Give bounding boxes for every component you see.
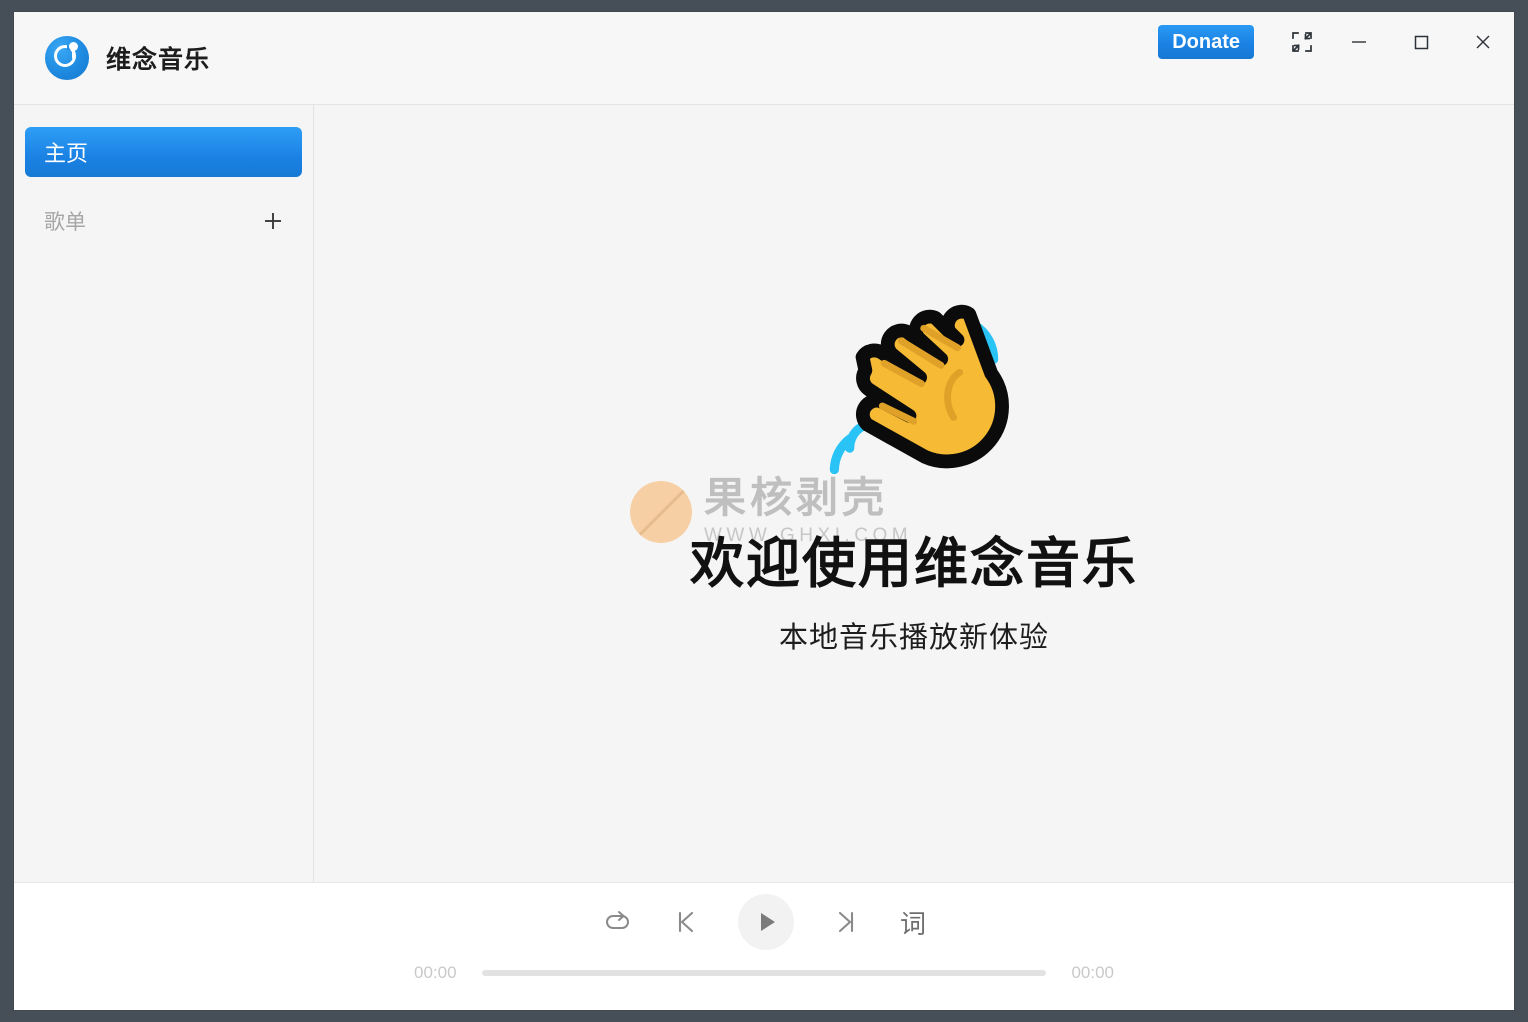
app-title: 维念音乐 <box>106 40 210 76</box>
window-controls: Donate <box>1158 12 1514 72</box>
app-brand: 维念音乐 <box>45 36 210 80</box>
music-disc-logo-icon <box>45 36 89 80</box>
desktop-background: 维念音乐 Donate <box>0 0 1528 1022</box>
waving-hand-emoji <box>816 295 1012 491</box>
player-bar: 词 00:00 00:00 <box>14 882 1514 1010</box>
progress-row: 00:00 00:00 <box>414 963 1114 983</box>
player-controls: 词 <box>598 891 930 953</box>
title-bar[interactable]: 维念音乐 Donate <box>14 12 1514 105</box>
current-time-label: 00:00 <box>414 963 466 983</box>
welcome-hero: 欢迎使用维念音乐 本地音乐播放新体验 <box>690 295 1138 656</box>
lyrics-button[interactable]: 词 <box>896 903 930 941</box>
sidebar: 主页 歌单 <box>14 105 314 882</box>
sidebar-section-playlists: 歌单 <box>25 199 302 243</box>
previous-track-icon[interactable] <box>668 903 706 941</box>
content-area: 果核剥壳 WWW.GHXI.COM <box>314 105 1514 882</box>
total-time-label: 00:00 <box>1062 963 1114 983</box>
collapse-arrows-icon[interactable] <box>1276 12 1328 72</box>
next-track-icon[interactable] <box>826 903 864 941</box>
watermark-logo-icon <box>630 481 692 543</box>
plus-icon[interactable] <box>258 206 288 236</box>
sidebar-section-label: 歌单 <box>44 206 86 236</box>
progress-slider[interactable] <box>482 970 1046 976</box>
donate-button[interactable]: Donate <box>1158 25 1254 59</box>
logo-dot <box>69 42 78 51</box>
close-icon[interactable] <box>1452 12 1514 72</box>
minimize-icon[interactable] <box>1328 12 1390 72</box>
sidebar-item-home-label: 主页 <box>44 136 88 168</box>
maximize-icon[interactable] <box>1390 12 1452 72</box>
play-icon[interactable] <box>738 894 794 950</box>
main-body: 主页 歌单 果核剥壳 WWW.GHXI.CO <box>14 105 1514 882</box>
app-window: 维念音乐 Donate <box>14 12 1514 1010</box>
welcome-title: 欢迎使用维念音乐 <box>690 535 1138 594</box>
repeat-icon[interactable] <box>598 903 636 941</box>
sidebar-item-home[interactable]: 主页 <box>25 127 302 177</box>
welcome-subtitle: 本地音乐播放新体验 <box>779 614 1049 656</box>
